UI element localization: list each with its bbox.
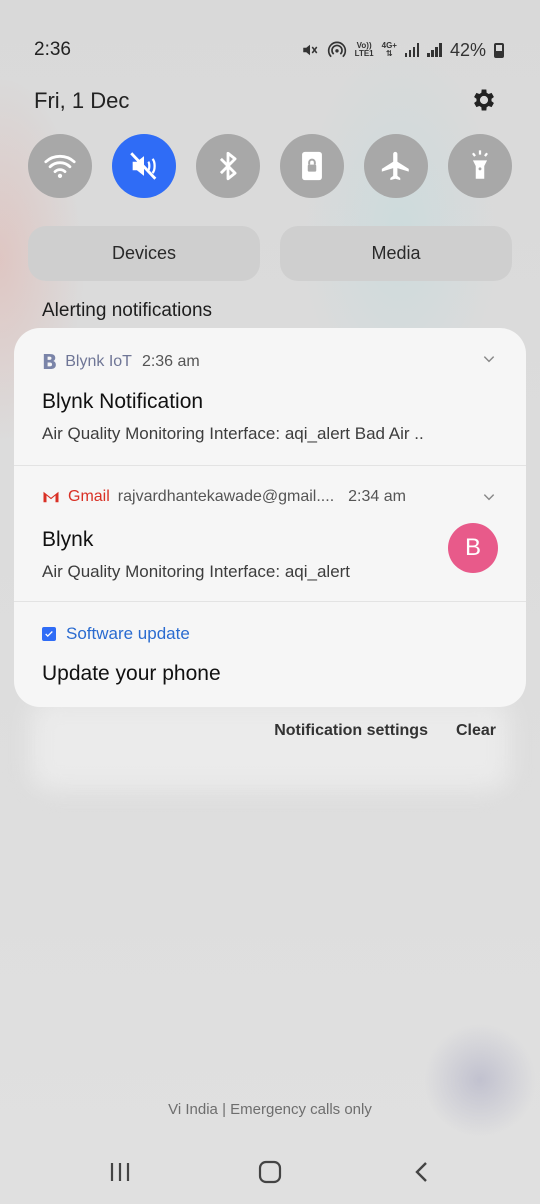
devices-button[interactable]: Devices [28, 226, 260, 281]
notification-software-update[interactable]: Software update Update your phone [14, 601, 526, 707]
app-name: Software update [66, 624, 190, 643]
hotspot-icon [327, 41, 346, 58]
data-arrows-icon: ⇅ [385, 49, 393, 58]
gmail-icon [43, 491, 59, 503]
software-update-icon [42, 627, 56, 641]
signal-icon [404, 43, 420, 57]
battery-percent: 42% [449, 39, 486, 60]
home-icon [258, 1160, 282, 1184]
notification-gmail[interactable]: Gmail rajvardhantekawade@gmail.... 2:34 … [14, 465, 526, 601]
notification-header: Software update [42, 624, 498, 644]
rotation-lock-toggle[interactable] [280, 134, 344, 198]
settings-gear-icon[interactable] [470, 86, 498, 114]
media-button[interactable]: Media [280, 226, 512, 281]
signal-icon-2 [427, 43, 442, 57]
notification-header: Gmail rajvardhantekawade@gmail.... 2:34 … [42, 488, 498, 506]
airplane-icon [381, 151, 409, 181]
sound-toggle[interactable] [112, 134, 176, 198]
recent-apps-button[interactable] [100, 1152, 140, 1192]
notification-body: Air Quality Monitoring Interface: aqi_al… [42, 424, 424, 443]
home-button[interactable] [250, 1152, 290, 1192]
app-name: Blynk IoT [65, 353, 132, 370]
bluetooth-toggle[interactable] [196, 134, 260, 198]
mute-icon [130, 152, 157, 180]
data-indicator: 4G+ ⇅ [381, 41, 397, 58]
notification-time: 2:36 am [141, 353, 200, 370]
flashlight-icon [472, 150, 488, 179]
notification-settings-button[interactable]: Notification settings [274, 722, 428, 740]
carrier-text: Vi India | Emergency calls only [168, 1101, 372, 1118]
back-button[interactable] [402, 1152, 442, 1192]
portrait-lock-icon [302, 151, 322, 181]
notification-header: B Blynk IoT 2:36 am [42, 350, 498, 374]
mute-status-icon [302, 44, 318, 56]
notification-actions: Notification settings Clear [274, 722, 496, 740]
notification-title: Update your phone [42, 662, 221, 685]
background-blur [30, 700, 510, 790]
wifi-icon [44, 154, 76, 179]
notification-time: 2:34 am [348, 488, 406, 505]
notifications-card: B Blynk IoT 2:36 am Blynk Notification A… [14, 328, 526, 707]
status-bar: 2:36 Vo)) LTE1 4G+ ⇅ 42% [34, 36, 504, 64]
quick-settings-toggles [28, 134, 512, 198]
notification-title: Blynk [42, 528, 94, 551]
status-time: 2:36 [34, 39, 71, 60]
blynk-app-icon: B [42, 350, 58, 374]
airplane-toggle[interactable] [364, 134, 428, 198]
battery-icon [494, 42, 504, 58]
app-name: Gmail [68, 488, 110, 505]
account-email: rajvardhantekawade@gmail.... [117, 488, 335, 505]
wifi-toggle[interactable] [28, 134, 92, 198]
notification-body: Air Quality Monitoring Interface: aqi_al… [42, 562, 351, 581]
navigation-bar [0, 1152, 540, 1192]
bluetooth-icon [219, 151, 237, 181]
sender-avatar: B [448, 523, 498, 573]
notification-blynk[interactable]: B Blynk IoT 2:36 am Blynk Notification A… [14, 328, 526, 465]
back-icon [415, 1162, 427, 1182]
volte-indicator: Vo)) LTE1 [354, 41, 374, 58]
chevron-down-icon[interactable] [482, 490, 496, 504]
section-title: Alerting notifications [42, 300, 213, 321]
recent-apps-icon [110, 1163, 130, 1181]
chevron-down-icon[interactable] [482, 352, 496, 366]
notification-title: Blynk Notification [42, 390, 204, 413]
clear-button[interactable]: Clear [456, 722, 496, 740]
flashlight-toggle[interactable] [448, 134, 512, 198]
date-label: Fri, 1 Dec [34, 88, 130, 113]
